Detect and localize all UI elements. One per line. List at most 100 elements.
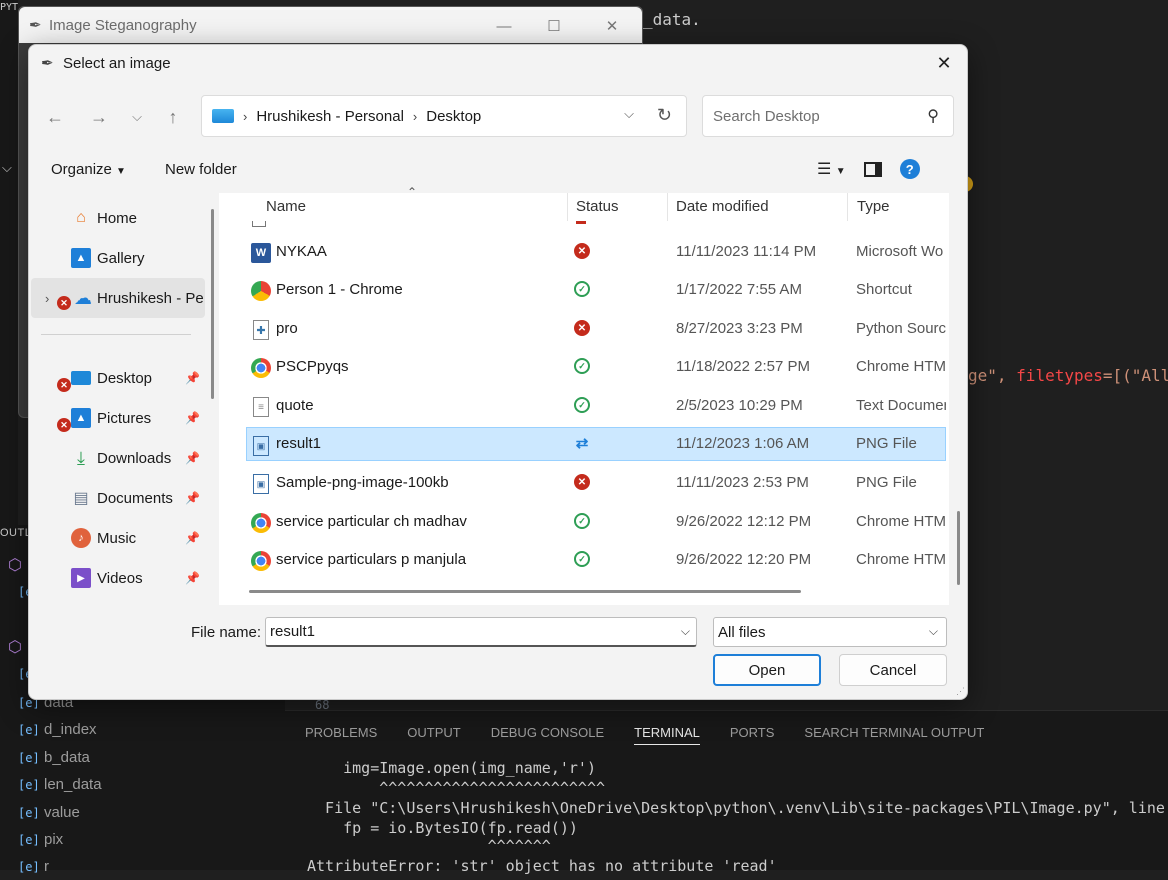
organize-button[interactable]: Organize ▼ — [51, 161, 126, 178]
file-date: 11/11/2023 11:14 PM — [676, 243, 817, 260]
outline-item[interactable]: [e] value — [18, 799, 80, 826]
horizontal-scrollbar[interactable] — [249, 590, 801, 593]
refresh-icon[interactable]: ↻ — [657, 105, 672, 126]
open-button[interactable]: Open — [713, 654, 821, 686]
list-partial-status — [576, 221, 586, 224]
column-header-type[interactable]: Type — [857, 198, 890, 215]
file-name: quote — [276, 397, 314, 414]
recent-chevron-icon[interactable]: ⌵ — [123, 103, 151, 131]
pin-icon[interactable]: 📌 — [185, 531, 200, 545]
nav-item-desktop[interactable]: ✕ Desktop 📌 — [29, 358, 203, 398]
synced-check-icon: ✓ — [574, 281, 590, 297]
chevron-down-icon[interactable]: ⌵ — [624, 106, 634, 122]
outline-item-label: len_data — [44, 776, 102, 793]
pin-icon[interactable]: 📌 — [185, 411, 200, 425]
nav-item-downloads[interactable]: ⤓ Downloads 📌 — [29, 438, 203, 478]
outline-item[interactable]: [e] pix — [18, 826, 63, 853]
resize-grip-icon[interactable]: ⋰ — [956, 686, 965, 697]
file-name: service particular ch madhav — [276, 513, 467, 530]
column-header-name[interactable]: Name — [266, 198, 306, 215]
pin-icon[interactable]: 📌 — [185, 491, 200, 505]
nav-scrollbar[interactable] — [211, 209, 214, 399]
tab-search-terminal-output[interactable]: SEARCH TERMINAL OUTPUT — [804, 725, 984, 745]
breadcrumb-item[interactable]: Hrushikesh - Personal — [256, 108, 404, 125]
table-row[interactable]: service particulars p manjula ✓ 9/26/202… — [246, 543, 946, 577]
vertical-scrollbar[interactable] — [957, 511, 960, 585]
nav-item-onedrive[interactable]: › ☁ ✕ Hrushikesh - Pe — [31, 278, 205, 318]
chevron-down-icon[interactable]: ⌵ — [2, 160, 12, 176]
tab-debug-console[interactable]: DEBUG CONSOLE — [491, 725, 604, 745]
explorer-section-title: PYTHON — [0, 2, 18, 13]
file-type: Python Source — [856, 320, 946, 337]
synced-check-icon: ✓ — [574, 513, 590, 529]
outline-item[interactable]: [e] r — [18, 853, 49, 880]
code-string: ge", — [968, 366, 1017, 385]
sync-error-icon: ✕ — [574, 474, 590, 490]
up-arrow-icon[interactable]: ↑ — [159, 103, 187, 131]
new-folder-button[interactable]: New folder — [165, 161, 237, 178]
tab-terminal[interactable]: TERMINAL — [634, 725, 700, 745]
nav-item-label: Desktop — [97, 369, 153, 387]
back-arrow-icon[interactable]: ← — [41, 103, 69, 131]
outline-item[interactable]: [e] len_data — [18, 771, 102, 798]
cancel-button[interactable]: Cancel — [839, 654, 947, 686]
column-header-date-modified[interactable]: Date modified — [676, 198, 769, 215]
file-list: ⌃ Name Status Date modified Type W NYKAA… — [219, 185, 960, 605]
pin-icon[interactable]: 📌 — [185, 371, 200, 385]
terminal-line: ^^^^^^^ — [307, 837, 551, 855]
chevron-right-icon[interactable]: › — [45, 291, 49, 306]
maximize-icon[interactable]: ☐ — [531, 13, 577, 39]
search-icon[interactable]: ⚲ — [927, 106, 939, 126]
view-controls: ☰ ▼ ? — [817, 159, 920, 179]
feather-icon: ✒ — [41, 55, 54, 72]
outline-item[interactable]: [e] d_index — [18, 716, 97, 743]
nav-item-gallery[interactable]: ▲ Gallery — [29, 238, 203, 278]
close-icon[interactable]: ✕ — [929, 49, 959, 77]
table-row-selected[interactable]: ▣ result1 ⇄ 11/12/2023 1:06 AM PNG File — [246, 427, 946, 461]
nav-item-label: Pictures — [97, 409, 152, 427]
table-row[interactable]: PSCPpyqs ✓ 11/18/2022 2:57 PM Chrome HTM — [246, 350, 946, 384]
table-row[interactable]: Person 1 - Chrome ✓ 1/17/2022 7:55 AM Sh… — [246, 273, 946, 307]
terminal-line: AttributeError: 'str' object has no attr… — [307, 857, 777, 875]
forward-arrow-icon[interactable]: → — [85, 103, 113, 131]
file-name-input[interactable]: result1 ⌵ — [265, 617, 697, 647]
nav-item-documents[interactable]: ▤ Documents 📌 — [29, 478, 203, 518]
nav-item-videos[interactable]: ▶ Videos 📌 — [29, 558, 203, 598]
chevron-down-icon[interactable]: ⌵ — [929, 624, 938, 639]
table-row[interactable]: W NYKAA ✕ 11/11/2023 11:14 PM Microsoft … — [246, 235, 946, 269]
help-icon[interactable]: ? — [899, 159, 920, 179]
nav-divider — [41, 334, 191, 335]
file-type-value: All files — [718, 623, 766, 641]
column-header-status[interactable]: Status — [576, 198, 619, 215]
minimize-icon[interactable]: — — [481, 13, 527, 39]
column-divider[interactable] — [847, 193, 848, 221]
file-name: Sample-png-image-100kb — [276, 474, 449, 491]
list-view-icon[interactable]: ☰ ▼ — [817, 159, 846, 179]
chevron-down-icon[interactable]: ⌵ — [681, 624, 690, 639]
file-type-select[interactable]: All files ⌵ — [713, 617, 947, 647]
nav-item-pictures[interactable]: ▲ ✕ Pictures 📌 — [29, 398, 203, 438]
pin-icon[interactable]: 📌 — [185, 571, 200, 585]
navigation-pane: ⌂ Home ▲ Gallery › ☁ ✕ Hrushikesh - Pe ✕… — [29, 193, 219, 605]
table-row[interactable]: service particular ch madhav ✓ 9/26/2022… — [246, 505, 946, 539]
nav-item-music[interactable]: ♪ Music 📌 — [29, 518, 203, 558]
file-type: Shortcut — [856, 281, 912, 298]
close-icon[interactable]: ✕ — [589, 13, 635, 39]
column-divider[interactable] — [667, 193, 668, 221]
search-input[interactable]: Search Desktop ⚲ — [702, 95, 954, 137]
column-divider[interactable] — [567, 193, 568, 221]
outline-item[interactable]: [e] b_data — [18, 744, 90, 771]
nav-item-home[interactable]: ⌂ Home — [29, 198, 203, 238]
table-row[interactable]: ≡ quote ✓ 2/5/2023 10:29 PM Text Documen — [246, 389, 946, 423]
table-row[interactable]: ✚ pro ✕ 8/27/2023 3:23 PM Python Source — [246, 312, 946, 346]
nav-item-label: Videos — [97, 569, 143, 587]
feather-icon: ✒ — [29, 17, 42, 34]
pin-icon[interactable]: 📌 — [185, 451, 200, 465]
breadcrumb-item[interactable]: Desktop — [426, 108, 481, 125]
preview-pane-icon[interactable] — [863, 161, 882, 177]
table-row[interactable]: ▣ Sample-png-image-100kb ✕ 11/11/2023 2:… — [246, 466, 946, 500]
tab-output[interactable]: OUTPUT — [407, 725, 460, 745]
address-bar[interactable]: › Hrushikesh - Personal › Desktop ⌵ ↻ — [201, 95, 687, 137]
tab-ports[interactable]: PORTS — [730, 725, 775, 745]
tab-problems[interactable]: PROBLEMS — [305, 725, 377, 745]
